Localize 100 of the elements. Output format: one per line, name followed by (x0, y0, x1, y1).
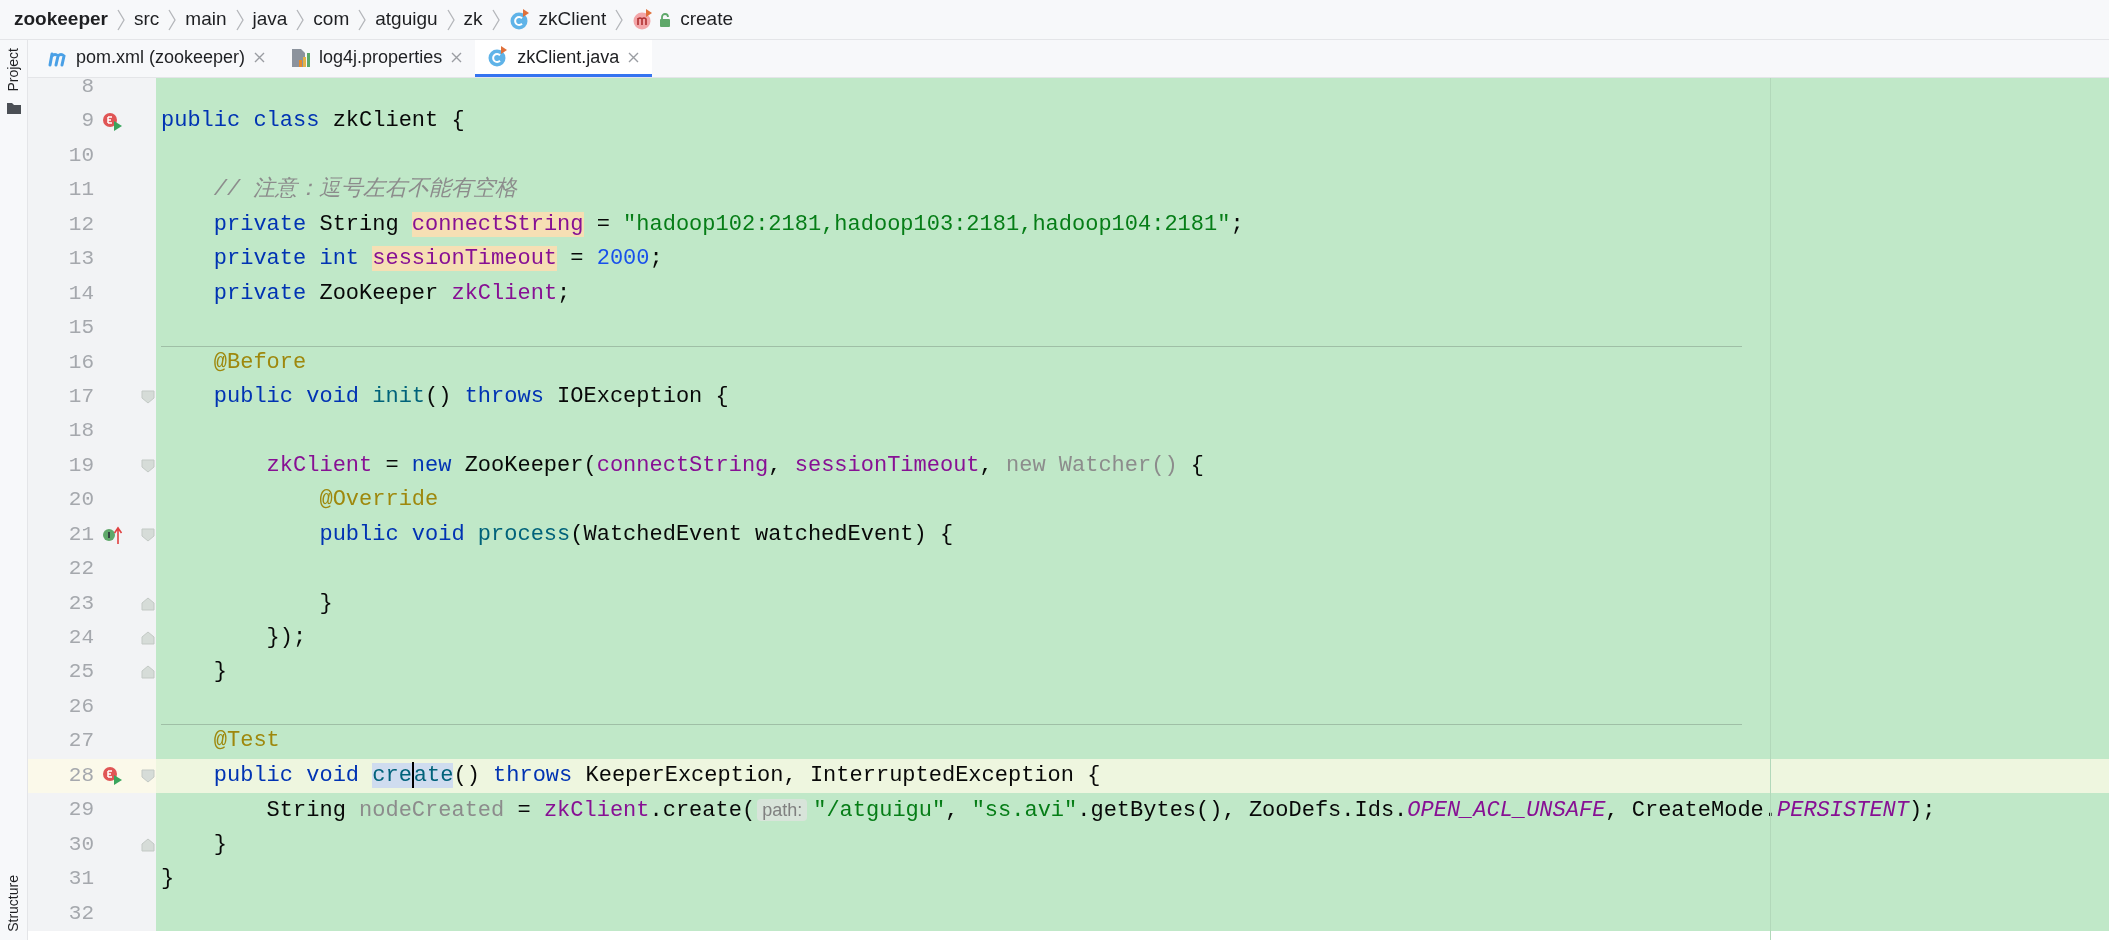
breadcrumb-separator-icon (167, 7, 178, 32)
properties-file-icon (290, 46, 312, 68)
breadcrumb-item[interactable]: create (680, 5, 733, 34)
code-token: IOException { (556, 383, 729, 409)
line-number: 20 (67, 487, 94, 514)
file-tab[interactable]: log4j.properties (278, 40, 476, 77)
code-token: .getBytes(), ZooDefs.Ids. (1077, 798, 1408, 824)
lock-icon (658, 11, 673, 28)
implements-icon[interactable] (102, 524, 123, 545)
code-token: init (372, 383, 426, 409)
code-token: PERSISTENT (1777, 798, 1910, 824)
project-tool-button[interactable]: Project (3, 48, 24, 92)
line-number: 24 (67, 625, 94, 651)
run-test-icon[interactable] (102, 111, 123, 132)
code-token: throws (464, 383, 544, 409)
breadcrumb-item[interactable]: zkClient (538, 5, 607, 34)
code-token: public void (212, 383, 361, 409)
code-token: , (768, 452, 783, 478)
code-token: zkClient { (331, 108, 465, 134)
code-token: "hadoop102:2181,hadoop103:2181,hadoop104:2181" (623, 211, 1231, 237)
file-tab[interactable]: pom.xml (zookeeper) (36, 40, 279, 77)
code-token: new (411, 452, 452, 478)
breadcrumb-item[interactable]: zk (463, 5, 483, 34)
code-token: ; (557, 280, 571, 306)
line-number: 17 (67, 383, 94, 410)
line-number: 30 (67, 831, 94, 858)
code-token: process (477, 521, 571, 547)
line-number: 32 (67, 900, 94, 927)
code-token: } (212, 831, 227, 857)
fold-marker-icon[interactable] (141, 837, 155, 852)
code-token: throws (493, 762, 573, 788)
close-icon[interactable] (450, 50, 464, 64)
code-token: connectString (596, 452, 769, 478)
line-number: 29 (67, 797, 94, 824)
code-token: }); (265, 625, 307, 650)
fold-marker-icon[interactable] (141, 768, 155, 783)
breadcrumb-item[interactable]: main (185, 5, 227, 34)
code-token: , (979, 452, 994, 478)
line-number: 14 (67, 280, 94, 307)
code-token: () (453, 762, 481, 788)
line-number: 12 (67, 211, 94, 238)
line-number: 21 (67, 521, 94, 548)
fold-marker-icon[interactable] (141, 665, 155, 680)
line-number: 26 (67, 693, 94, 720)
code-token: KeeperException, InterruptedException { (584, 762, 1101, 788)
fold-marker-icon[interactable] (141, 389, 155, 404)
code-token: @Test (212, 728, 280, 754)
code-token: nodeCreated (359, 798, 505, 824)
code-token: , (945, 798, 960, 824)
code-token: } (318, 590, 333, 616)
breadcrumb-item[interactable]: zookeeper (14, 5, 108, 34)
file-tab[interactable]: zkClient.java (475, 40, 653, 77)
fold-marker-icon[interactable] (141, 596, 155, 611)
code-token: .create( (649, 798, 756, 824)
code-token: = (384, 452, 400, 478)
line-number: 19 (67, 452, 94, 479)
code-token: ZooKeeper( (463, 452, 597, 478)
code-token: zkClient (451, 280, 558, 306)
breadcrumb-separator-icon (234, 7, 245, 32)
fold-marker-icon[interactable] (141, 631, 155, 645)
breadcrumb-item[interactable]: com (313, 5, 350, 34)
code-token: private (212, 211, 307, 237)
code-token: } (161, 866, 175, 892)
code-token: { (1189, 452, 1205, 478)
line-number: 8 (80, 78, 94, 100)
code-token: // 注意：逗号左右不能有空格 (212, 177, 518, 203)
line-number: 25 (67, 659, 94, 686)
breadcrumb-item[interactable]: src (134, 5, 160, 34)
code-token: public class (161, 108, 320, 134)
class-icon (508, 8, 531, 31)
code-token: new Watcher() (1006, 452, 1178, 478)
run-test-icon[interactable] (102, 765, 123, 786)
line-number: 28 (67, 762, 94, 789)
fold-marker-icon[interactable] (141, 458, 155, 473)
line-number: 10 (67, 142, 94, 169)
structure-tool-button[interactable]: Structure (3, 875, 24, 932)
code-token: () (425, 383, 453, 409)
close-icon[interactable] (627, 50, 641, 64)
line-number: 23 (67, 590, 94, 617)
code-token: ); (1909, 798, 1936, 824)
code-token: "ss.avi" (971, 798, 1078, 824)
close-icon[interactable] (253, 50, 267, 64)
breadcrumb-separator-icon (445, 7, 456, 32)
fold-marker-icon[interactable] (141, 527, 155, 542)
line-number: 9 (80, 108, 94, 135)
breadcrumb-separator-icon (614, 7, 625, 32)
line-number: 13 (67, 246, 94, 273)
code-token: , CreateMode. (1605, 798, 1777, 824)
code-token: public void (212, 762, 361, 788)
code-token: } (212, 659, 227, 685)
line-number: 18 (67, 418, 94, 445)
line-number: 27 (67, 728, 94, 755)
code-token: cre (372, 762, 412, 788)
breadcrumb-item[interactable]: atguigu (375, 5, 438, 34)
line-number: 11 (67, 177, 94, 204)
code-token: sessionTimeout (794, 452, 980, 478)
breadcrumb-item[interactable]: java (252, 5, 288, 34)
code-token: ; (649, 246, 663, 272)
line-number: 22 (67, 556, 94, 583)
code-token: String (318, 211, 400, 237)
